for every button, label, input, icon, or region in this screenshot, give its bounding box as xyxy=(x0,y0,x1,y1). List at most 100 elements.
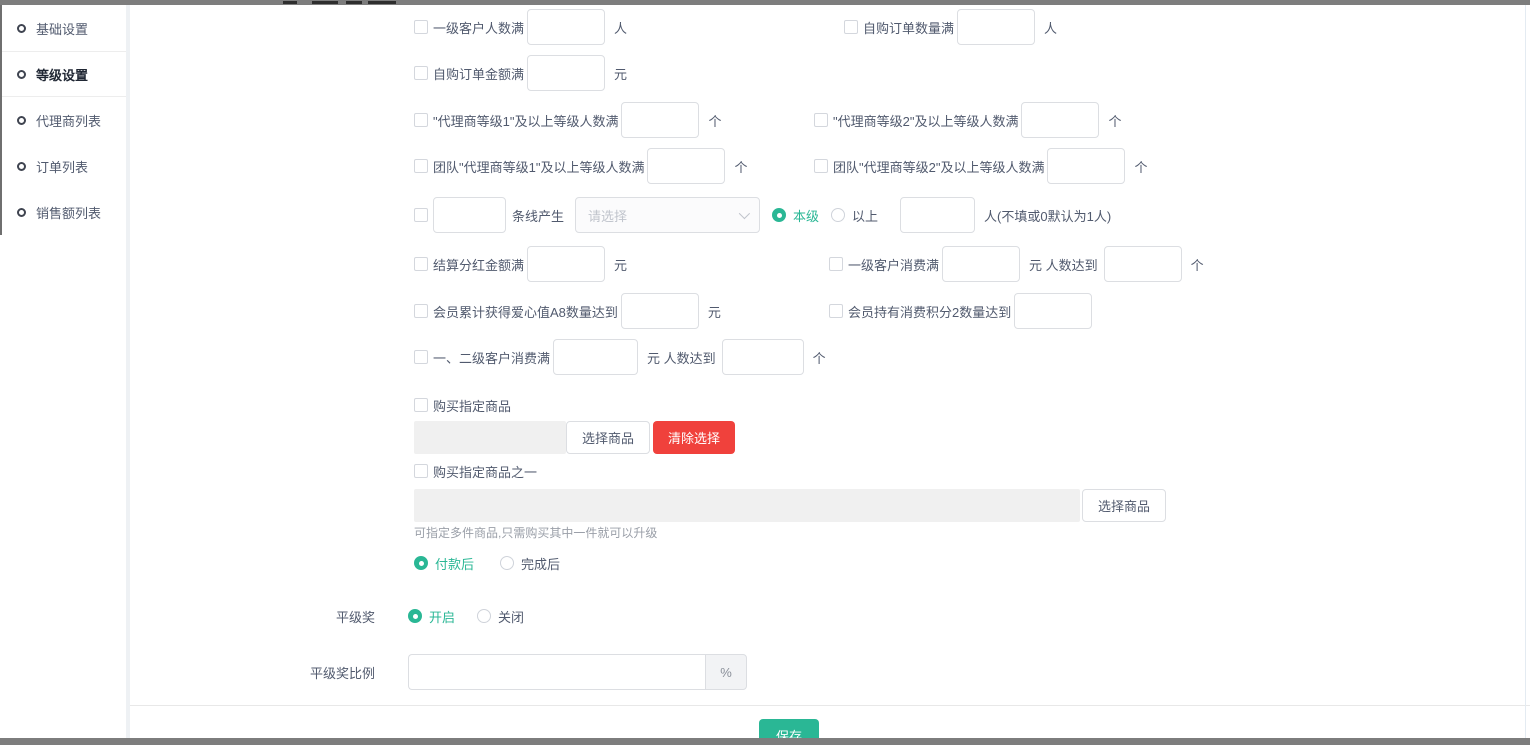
agent-level1-suffix: 个 xyxy=(708,111,721,130)
app-window: 基础设置 等级设置 代理商列表 订单列表 销售额列表 xyxy=(0,5,1530,738)
love-value-suffix: 元 xyxy=(708,302,721,321)
radio-dot-icon xyxy=(772,208,786,222)
agent-level2-suffix: 个 xyxy=(1108,111,1121,130)
love-value-checkbox[interactable] xyxy=(414,304,428,318)
peer-ratio-row: 平级奖比例 % xyxy=(130,654,1530,690)
team-agent-level1-input[interactable] xyxy=(647,148,725,184)
peer-award-on-label: 开启 xyxy=(429,607,455,626)
buy-goods-selected-box xyxy=(414,421,566,454)
first-level-consume-input[interactable] xyxy=(942,246,1020,282)
condition-row-buy-goods: 购买指定商品 xyxy=(414,395,1530,415)
choose-goods-button[interactable]: 选择商品 xyxy=(566,421,650,454)
cutoff-text-fragment xyxy=(368,1,396,4)
team-agent-level1-checkbox[interactable] xyxy=(414,159,428,173)
team-agent-level2-label: 团队"代理商等级2"及以上等级人数满 xyxy=(833,157,1044,176)
peer-ratio-input[interactable] xyxy=(408,654,705,690)
sidebar-item-agent-list[interactable]: 代理商列表 xyxy=(0,97,126,143)
team-agent-level2-suffix: 个 xyxy=(1134,157,1147,176)
level12-consume-suffix1: 元 人数达到 xyxy=(647,348,716,367)
condition-row-self-order-amount: 自购订单金额满 元 xyxy=(414,55,1530,91)
self-order-count-checkbox[interactable] xyxy=(844,20,858,34)
lines-target-select[interactable]: 请选择 xyxy=(575,197,760,233)
team-agent-level2-input[interactable] xyxy=(1047,148,1125,184)
agent-level2-input[interactable] xyxy=(1021,102,1099,138)
first-level-count-checkbox[interactable] xyxy=(414,20,428,34)
radio-dot-icon xyxy=(477,609,491,623)
circle-bullet-icon xyxy=(17,208,26,217)
cutoff-text-fragment xyxy=(346,1,362,4)
lines-produce-checkbox[interactable] xyxy=(414,208,428,222)
peer-award-row: 平级奖 开启 关闭 xyxy=(130,606,1530,626)
dividend-label: 结算分红金额满 xyxy=(433,255,524,274)
agent-level2-checkbox[interactable] xyxy=(814,113,828,127)
consume-points-input[interactable] xyxy=(1014,293,1092,329)
clear-selection-button[interactable]: 清除选择 xyxy=(653,421,735,454)
self-order-amount-label: 自购订单金额满 xyxy=(433,64,524,83)
radio-dot-icon xyxy=(408,609,422,623)
chevron-down-icon xyxy=(739,208,750,219)
first-level-count-input[interactable] xyxy=(527,9,605,45)
dividend-input[interactable] xyxy=(527,246,605,282)
condition-row-agent-level2: "代理商等级2"及以上等级人数满 个 xyxy=(814,102,1121,138)
peer-award-on-radio[interactable]: 开启 xyxy=(408,607,455,626)
self-order-amount-suffix: 元 xyxy=(614,64,627,83)
sidebar-item-sales-list[interactable]: 销售额列表 xyxy=(0,189,126,235)
lines-this-level-label: 本级 xyxy=(793,206,819,225)
lines-this-level-radio[interactable]: 本级 xyxy=(772,206,819,225)
self-order-count-label: 自购订单数量满 xyxy=(863,18,954,37)
team-agent-level2-checkbox[interactable] xyxy=(814,159,828,173)
lines-above-radio[interactable]: 以上 xyxy=(831,206,878,225)
peer-award-off-radio[interactable]: 关闭 xyxy=(477,607,524,626)
paid-after-radio[interactable]: 付款后 xyxy=(414,554,474,573)
condition-row-team-agent-level1: 团队"代理商等级1"及以上等级人数满 个 团队"代理商等级2"及以上等级人数满 … xyxy=(414,148,1530,184)
lines-people-suffix: 人(不填或0默认为1人) xyxy=(984,206,1111,225)
save-button[interactable]: 保存 xyxy=(759,719,819,738)
sidebar: 基础设置 等级设置 代理商列表 订单列表 销售额列表 xyxy=(0,5,130,738)
condition-row-team-agent-level2: 团队"代理商等级2"及以上等级人数满 个 xyxy=(814,148,1147,184)
first-level-consume-suffix2: 个 xyxy=(1191,255,1204,274)
top-edge-bar xyxy=(0,0,1530,5)
buy-goods-checkbox[interactable] xyxy=(414,398,428,412)
self-order-count-suffix: 人 xyxy=(1044,18,1057,37)
agent-level1-input[interactable] xyxy=(621,102,699,138)
choose-goods-one-button[interactable]: 选择商品 xyxy=(1082,489,1166,522)
self-order-count-input[interactable] xyxy=(957,9,1035,45)
condition-row-agent-level1: "代理商等级1"及以上等级人数满 个 "代理商等级2"及以上等级人数满 个 xyxy=(414,102,1530,138)
love-value-input[interactable] xyxy=(621,293,699,329)
consume-points-checkbox[interactable] xyxy=(829,304,843,318)
buy-goods-one-checkbox[interactable] xyxy=(414,464,428,478)
level12-consume-input[interactable] xyxy=(553,339,638,375)
condition-row-level12-consume: 一、二级客户消费满 元 人数达到 个 xyxy=(414,339,1530,375)
lines-above-label: 以上 xyxy=(852,206,878,225)
sidebar-item-level-settings[interactable]: 等级设置 xyxy=(0,51,126,97)
condition-row-self-order-count: 自购订单数量满 人 xyxy=(844,9,1057,45)
condition-row-first-level-consume: 一级客户消费满 元 人数达到 个 xyxy=(829,246,1204,282)
first-level-consume-label: 一级客户消费满 xyxy=(848,255,939,274)
lines-people-input[interactable] xyxy=(900,197,975,233)
self-order-amount-input[interactable] xyxy=(527,55,605,91)
level12-consume-count-input[interactable] xyxy=(722,339,804,375)
condition-row-first-level-count: 一级客户人数满 人 自购订单数量满 人 xyxy=(414,9,1530,45)
first-level-consume-checkbox[interactable] xyxy=(829,257,843,271)
peer-award-off-label: 关闭 xyxy=(498,607,524,626)
sidebar-item-label: 等级设置 xyxy=(36,65,88,84)
first-level-consume-count-input[interactable] xyxy=(1104,246,1182,282)
self-order-amount-checkbox[interactable] xyxy=(414,66,428,80)
condition-row-lines-produce: 条线产生 请选择 本级 以上 人(不填或0默认为1人) xyxy=(414,197,1530,233)
love-value-label: 会员累计获得爱心值A8数量达到 xyxy=(433,302,618,321)
condition-row-buy-goods-one: 购买指定商品之一 xyxy=(414,461,1530,481)
sidebar-item-order-list[interactable]: 订单列表 xyxy=(0,143,126,189)
sidebar-item-basic-settings[interactable]: 基础设置 xyxy=(0,5,126,51)
percent-unit-addon: % xyxy=(705,654,747,690)
level-settings-form: 一级客户人数满 人 自购订单数量满 人 自购订单金额满 元 xyxy=(130,5,1530,738)
completed-after-label: 完成后 xyxy=(521,554,560,573)
completed-after-radio[interactable]: 完成后 xyxy=(500,554,560,573)
agent-level1-checkbox[interactable] xyxy=(414,113,428,127)
team-agent-level1-label: 团队"代理商等级1"及以上等级人数满 xyxy=(433,157,644,176)
footer-actions: 保存 xyxy=(130,706,1530,738)
level12-consume-checkbox[interactable] xyxy=(414,350,428,364)
buy-goods-one-selected-box xyxy=(414,489,1080,522)
lines-count-input[interactable] xyxy=(433,197,506,233)
circle-bullet-icon xyxy=(17,162,26,171)
dividend-checkbox[interactable] xyxy=(414,257,428,271)
